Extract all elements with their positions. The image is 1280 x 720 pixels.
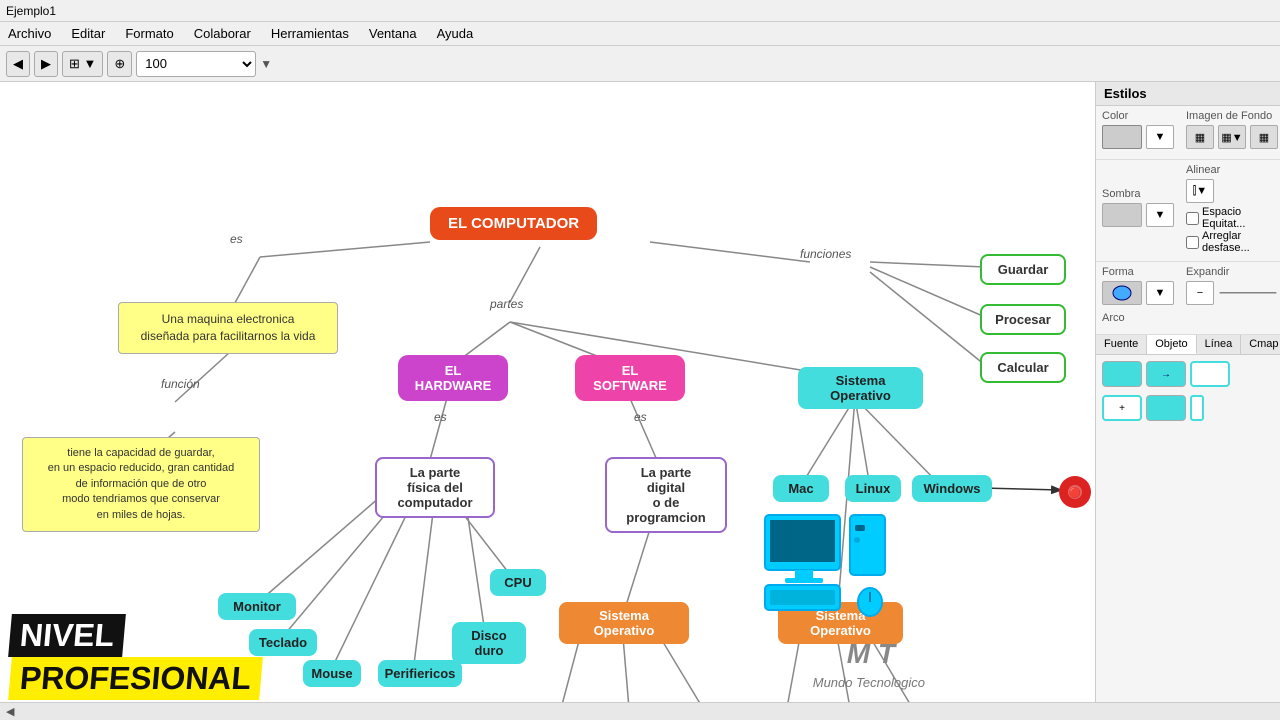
view-button[interactable]: ⊞ ▼	[62, 51, 103, 77]
espacio-checkbox-label[interactable]: Espacio Equitat...	[1186, 206, 1274, 230]
expand-label: Expandir	[1186, 266, 1280, 278]
label-partes: partes	[490, 297, 523, 311]
color-dropdown[interactable]: ▼	[1146, 125, 1174, 149]
label-funciones: funciones	[800, 247, 851, 261]
tab-objeto[interactable]: Objeto	[1147, 335, 1196, 354]
shape-preview-6[interactable]	[1190, 395, 1204, 421]
computer-illustration	[760, 510, 890, 620]
title-bar: Ejemplo1	[0, 0, 1280, 22]
shadow-btn[interactable]	[1102, 203, 1142, 227]
panel-shape-section: Forma ▼ Expandir − ──────── +	[1096, 262, 1280, 335]
node-definition1[interactable]: Una maquina electronica diseñada para fa…	[118, 302, 338, 354]
status-bar: ◀	[0, 702, 1280, 720]
node-procesar[interactable]: Procesar	[980, 304, 1066, 335]
nivel-text: NIVEL	[8, 614, 126, 657]
arc-label: Arco	[1102, 312, 1125, 324]
menu-bar: Archivo Editar Formato Colaborar Herrami…	[0, 22, 1280, 46]
bg-btn3[interactable]: ▦	[1250, 125, 1278, 149]
main-area: es partes funciones función es es EL COM…	[0, 82, 1280, 720]
shape-preview-3[interactable]	[1190, 361, 1230, 387]
node-cpu[interactable]: CPU	[490, 569, 546, 596]
zoom-select[interactable]: 100 75 50 150 200	[136, 51, 256, 77]
shape-btn[interactable]	[1102, 281, 1142, 305]
node-linux1[interactable]: Linux	[845, 475, 901, 502]
panel-shape-previews: → +	[1096, 355, 1280, 427]
menu-editar[interactable]: Editar	[67, 24, 109, 43]
node-definition2[interactable]: tiene la capacidad de guardar, en un esp…	[22, 437, 260, 532]
label-funcion: función	[161, 377, 200, 391]
back-button[interactable]: ◀	[6, 51, 30, 77]
tab-linea[interactable]: Línea	[1197, 335, 1242, 354]
canvas-area[interactable]: es partes funciones función es es EL COM…	[0, 82, 1095, 720]
node-windows1[interactable]: Windows	[912, 475, 992, 502]
toolbar: ◀ ▶ ⊞ ▼ ⊕ 100 75 50 150 200 ▼	[0, 46, 1280, 82]
nivel-badge: NIVEL PROFESIONAL	[10, 614, 261, 700]
expand-slider[interactable]: ────────	[1218, 288, 1278, 299]
background-label: Imagen de Fondo	[1186, 110, 1278, 122]
panel-shadow-section: Sombra ▼ Alinear ⫿▼ Espacio Equitat...	[1096, 160, 1280, 262]
mundo-tec-label: Mundo Tecnologico	[813, 675, 925, 690]
shape-preview-4[interactable]: +	[1102, 395, 1142, 421]
node-hardware-def[interactable]: La parte física del computador	[375, 457, 495, 518]
shape-label: Forma	[1102, 266, 1174, 278]
node-root[interactable]: EL COMPUTADOR	[430, 207, 597, 240]
node-calcular[interactable]: Calcular	[980, 352, 1066, 383]
profesional-text: PROFESIONAL	[8, 657, 263, 700]
arreglar-checkbox-label[interactable]: Arreglar desfase...	[1186, 230, 1274, 254]
menu-archivo[interactable]: Archivo	[4, 24, 55, 43]
menu-herramientas[interactable]: Herramientas	[267, 24, 353, 43]
label-es3: es	[634, 410, 647, 424]
arreglar-checkbox[interactable]	[1186, 236, 1199, 249]
app-title: Ejemplo1	[6, 4, 56, 18]
node-software[interactable]: EL SOFTWARE	[575, 355, 685, 401]
align-btn[interactable]: ⫿▼	[1186, 179, 1214, 203]
node-mouse[interactable]: Mouse	[303, 660, 361, 687]
color-picker[interactable]	[1102, 125, 1142, 149]
tab-cmap[interactable]: Cmap	[1241, 335, 1280, 354]
menu-colaborar[interactable]: Colaborar	[190, 24, 255, 43]
bg-btn1[interactable]: ▦	[1186, 125, 1214, 149]
red-circle-icon: 🔴	[1059, 476, 1091, 508]
shape-dropdown[interactable]: ▼	[1146, 281, 1174, 305]
espacio-checkbox[interactable]	[1186, 212, 1199, 225]
menu-ayuda[interactable]: Ayuda	[433, 24, 478, 43]
zoom-dropdown-arrow: ▼	[260, 57, 272, 71]
node-software-def[interactable]: La parte digital o de programcion	[605, 457, 727, 533]
label-es2: es	[434, 410, 447, 424]
menu-formato[interactable]: Formato	[121, 24, 177, 43]
node-hardware[interactable]: EL HARDWARE	[398, 355, 508, 401]
shadow-dropdown[interactable]: ▼	[1146, 203, 1174, 227]
node-sistema-op1[interactable]: Sistema Operativo	[798, 367, 923, 409]
align-label: Alinear	[1186, 164, 1274, 176]
expand-minus[interactable]: −	[1186, 281, 1214, 305]
zoom-fit-button[interactable]: ⊕	[107, 51, 132, 77]
shadow-label: Sombra	[1102, 188, 1174, 200]
node-mac1[interactable]: Mac	[773, 475, 829, 502]
node-sistema-op2[interactable]: Sistema Operativo	[559, 602, 689, 644]
color-label: Color	[1102, 110, 1174, 122]
shape-preview-5[interactable]	[1146, 395, 1186, 421]
node-perifericos[interactable]: Perifiericos	[378, 660, 462, 687]
node-disco-duro[interactable]: Disco duro	[452, 622, 526, 664]
panel-title: Estilos	[1096, 82, 1280, 106]
svg-text:🔴: 🔴	[1069, 486, 1081, 499]
shape-preview-2[interactable]: →	[1146, 361, 1186, 387]
styles-panel: Estilos Color ▼ Imagen de Fondo ▦ ▦▼ ▦	[1095, 82, 1280, 720]
logo-mt: M T	[847, 638, 895, 670]
shape-preview-1[interactable]	[1102, 361, 1142, 387]
panel-tabs: Fuente Objeto Línea Cmap	[1096, 335, 1280, 355]
status-text: ◀	[6, 705, 14, 718]
bg-btn2[interactable]: ▦▼	[1218, 125, 1246, 149]
tab-fuente[interactable]: Fuente	[1096, 335, 1147, 354]
forward-button[interactable]: ▶	[34, 51, 58, 77]
menu-ventana[interactable]: Ventana	[365, 24, 421, 43]
node-guardar[interactable]: Guardar	[980, 254, 1066, 285]
panel-color-section: Color ▼ Imagen de Fondo ▦ ▦▼ ▦	[1096, 106, 1280, 160]
label-es: es	[230, 232, 243, 246]
